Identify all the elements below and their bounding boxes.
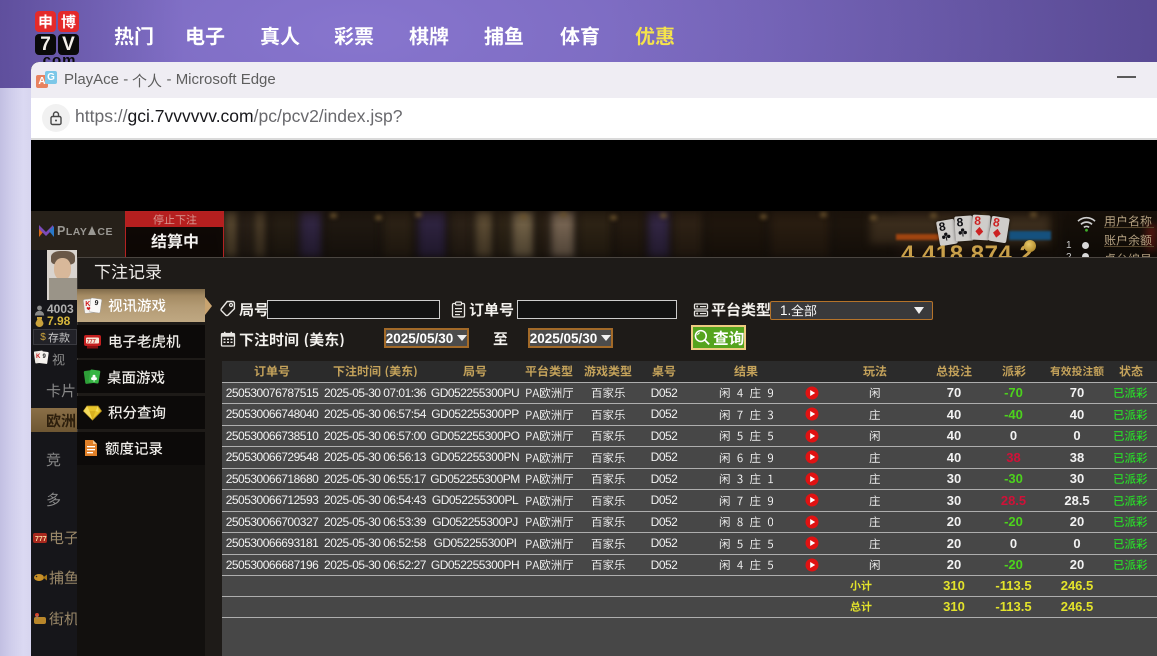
svg-text:777: 777 (35, 536, 47, 543)
svg-text:K: K (85, 301, 90, 308)
svg-text:K: K (36, 354, 41, 360)
svg-text:777: 777 (87, 338, 96, 344)
